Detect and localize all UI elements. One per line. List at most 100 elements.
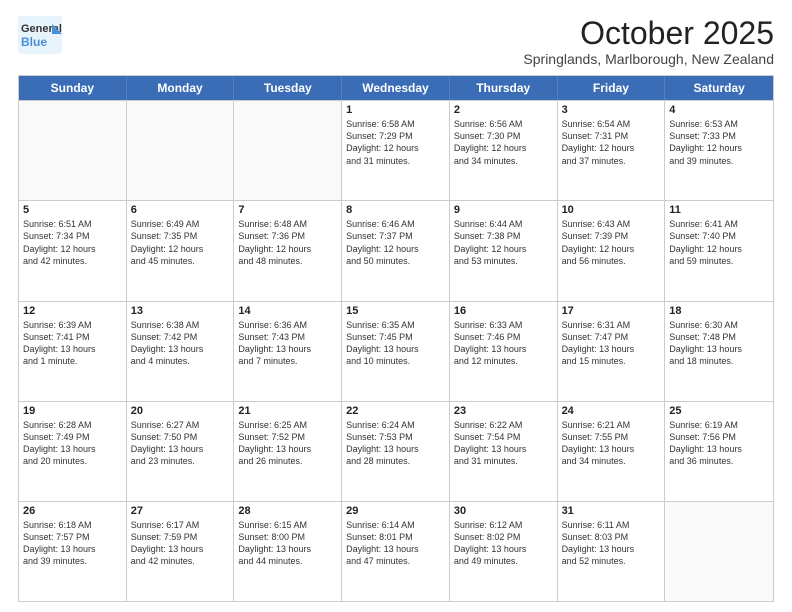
calendar: SundayMondayTuesdayWednesdayThursdayFrid… — [18, 75, 774, 602]
day-info: Sunrise: 6:28 AM Sunset: 7:49 PM Dayligh… — [23, 419, 122, 468]
day-info: Sunrise: 6:48 AM Sunset: 7:36 PM Dayligh… — [238, 218, 337, 267]
day-info: Sunrise: 6:54 AM Sunset: 7:31 PM Dayligh… — [562, 118, 661, 167]
calendar-day-10: 10 Sunrise: 6:43 AM Sunset: 7:39 PM Dayli… — [558, 201, 666, 300]
calendar-cell-empty — [665, 502, 773, 601]
day-number: 3 — [562, 104, 661, 116]
day-number: 9 — [454, 204, 553, 216]
day-info: Sunrise: 6:19 AM Sunset: 7:56 PM Dayligh… — [669, 419, 769, 468]
day-info: Sunrise: 6:22 AM Sunset: 7:54 PM Dayligh… — [454, 419, 553, 468]
day-info: Sunrise: 6:25 AM Sunset: 7:52 PM Dayligh… — [238, 419, 337, 468]
day-info: Sunrise: 6:35 AM Sunset: 7:45 PM Dayligh… — [346, 319, 445, 368]
day-info: Sunrise: 6:56 AM Sunset: 7:30 PM Dayligh… — [454, 118, 553, 167]
day-info: Sunrise: 6:17 AM Sunset: 7:59 PM Dayligh… — [131, 519, 230, 568]
calendar-day-9: 9 Sunrise: 6:44 AM Sunset: 7:38 PM Daylig… — [450, 201, 558, 300]
calendar-day-18: 18Sunrise: 6:30 AM Sunset: 7:48 PM Dayli… — [665, 302, 773, 401]
calendar-day-15: 15Sunrise: 6:35 AM Sunset: 7:45 PM Dayli… — [342, 302, 450, 401]
day-number: 29 — [346, 505, 445, 517]
calendar-day-2: 2 Sunrise: 6:56 AM Sunset: 7:30 PM Daylig… — [450, 101, 558, 200]
day-info: Sunrise: 6:43 AM Sunset: 7:39 PM Dayligh… — [562, 218, 661, 267]
calendar-day-3: 3 Sunrise: 6:54 AM Sunset: 7:31 PM Daylig… — [558, 101, 666, 200]
day-number: 5 — [23, 204, 122, 216]
calendar-day-7: 7Sunrise: 6:48 AM Sunset: 7:36 PM Daylig… — [234, 201, 342, 300]
calendar-day-27: 27 Sunrise: 6:17 AM Sunset: 7:59 PM Dayli… — [127, 502, 235, 601]
calendar-cell-empty — [234, 101, 342, 200]
day-number: 8 — [346, 204, 445, 216]
calendar-day-28: 28 Sunrise: 6:15 AM Sunset: 8:00 PM Dayli… — [234, 502, 342, 601]
day-number: 30 — [454, 505, 553, 517]
header-day-monday: Monday — [127, 76, 235, 100]
day-number: 10 — [562, 204, 661, 216]
day-info: Sunrise: 6:18 AM Sunset: 7:57 PM Dayligh… — [23, 519, 122, 568]
calendar-day-22: 22Sunrise: 6:24 AM Sunset: 7:53 PM Dayli… — [342, 402, 450, 501]
calendar-day-17: 17 Sunrise: 6:31 AM Sunset: 7:47 PM Dayli… — [558, 302, 666, 401]
day-info: Sunrise: 6:31 AM Sunset: 7:47 PM Dayligh… — [562, 319, 661, 368]
day-number: 28 — [238, 505, 337, 517]
calendar-day-23: 23 Sunrise: 6:22 AM Sunset: 7:54 PM Dayli… — [450, 402, 558, 501]
day-info: Sunrise: 6:36 AM Sunset: 7:43 PM Dayligh… — [238, 319, 337, 368]
day-info: Sunrise: 6:14 AM Sunset: 8:01 PM Dayligh… — [346, 519, 445, 568]
calendar-day-14: 14Sunrise: 6:36 AM Sunset: 7:43 PM Dayli… — [234, 302, 342, 401]
location-subtitle: Springlands, Marlborough, New Zealand — [523, 51, 774, 67]
calendar-day-29: 29 Sunrise: 6:14 AM Sunset: 8:01 PM Dayli… — [342, 502, 450, 601]
calendar-day-13: 13Sunrise: 6:38 AM Sunset: 7:42 PM Dayli… — [127, 302, 235, 401]
calendar-day-25: 25Sunrise: 6:19 AM Sunset: 7:56 PM Dayli… — [665, 402, 773, 501]
day-number: 6 — [131, 204, 230, 216]
calendar-row-3: 19 Sunrise: 6:28 AM Sunset: 7:49 PM Dayli… — [19, 401, 773, 501]
calendar-day-31: 31 Sunrise: 6:11 AM Sunset: 8:03 PM Dayli… — [558, 502, 666, 601]
day-info: Sunrise: 6:33 AM Sunset: 7:46 PM Dayligh… — [454, 319, 553, 368]
calendar-day-1: 1 Sunrise: 6:58 AM Sunset: 7:29 PM Daylig… — [342, 101, 450, 200]
calendar-body: 1 Sunrise: 6:58 AM Sunset: 7:29 PM Daylig… — [19, 100, 773, 601]
header-day-tuesday: Tuesday — [234, 76, 342, 100]
day-info: Sunrise: 6:58 AM Sunset: 7:29 PM Dayligh… — [346, 118, 445, 167]
calendar-row-4: 26 Sunrise: 6:18 AM Sunset: 7:57 PM Dayli… — [19, 501, 773, 601]
calendar-day-19: 19 Sunrise: 6:28 AM Sunset: 7:49 PM Dayli… — [19, 402, 127, 501]
day-number: 23 — [454, 405, 553, 417]
day-number: 21 — [238, 405, 337, 417]
day-number: 17 — [562, 305, 661, 317]
month-title: October 2025 — [523, 16, 774, 51]
calendar-day-24: 24 Sunrise: 6:21 AM Sunset: 7:55 PM Dayli… — [558, 402, 666, 501]
header-day-thursday: Thursday — [450, 76, 558, 100]
day-number: 16 — [454, 305, 553, 317]
calendar-header-row: SundayMondayTuesdayWednesdayThursdayFrid… — [19, 76, 773, 100]
day-info: Sunrise: 6:24 AM Sunset: 7:53 PM Dayligh… — [346, 419, 445, 468]
day-info: Sunrise: 6:11 AM Sunset: 8:03 PM Dayligh… — [562, 519, 661, 568]
day-number: 12 — [23, 305, 122, 317]
logo: GeneralBlue — [18, 16, 62, 54]
calendar-day-11: 11Sunrise: 6:41 AM Sunset: 7:40 PM Dayli… — [665, 201, 773, 300]
calendar-row-0: 1 Sunrise: 6:58 AM Sunset: 7:29 PM Daylig… — [19, 100, 773, 200]
calendar-day-4: 4Sunrise: 6:53 AM Sunset: 7:33 PM Daylig… — [665, 101, 773, 200]
header: GeneralBlue October 2025 Springlands, Ma… — [18, 16, 774, 67]
day-number: 19 — [23, 405, 122, 417]
day-number: 2 — [454, 104, 553, 116]
day-number: 26 — [23, 505, 122, 517]
day-info: Sunrise: 6:21 AM Sunset: 7:55 PM Dayligh… — [562, 419, 661, 468]
day-number: 31 — [562, 505, 661, 517]
day-info: Sunrise: 6:12 AM Sunset: 8:02 PM Dayligh… — [454, 519, 553, 568]
day-number: 18 — [669, 305, 769, 317]
day-number: 24 — [562, 405, 661, 417]
day-number: 27 — [131, 505, 230, 517]
calendar-day-12: 12 Sunrise: 6:39 AM Sunset: 7:41 PM Dayli… — [19, 302, 127, 401]
day-info: Sunrise: 6:15 AM Sunset: 8:00 PM Dayligh… — [238, 519, 337, 568]
header-day-sunday: Sunday — [19, 76, 127, 100]
day-number: 4 — [669, 104, 769, 116]
calendar-day-21: 21 Sunrise: 6:25 AM Sunset: 7:52 PM Dayli… — [234, 402, 342, 501]
logo-svg: GeneralBlue — [18, 16, 62, 54]
day-info: Sunrise: 6:44 AM Sunset: 7:38 PM Dayligh… — [454, 218, 553, 267]
calendar-day-5: 5 Sunrise: 6:51 AM Sunset: 7:34 PM Daylig… — [19, 201, 127, 300]
calendar-cell-empty — [127, 101, 235, 200]
header-day-friday: Friday — [558, 76, 666, 100]
svg-text:Blue: Blue — [21, 35, 47, 49]
calendar-row-1: 5 Sunrise: 6:51 AM Sunset: 7:34 PM Daylig… — [19, 200, 773, 300]
calendar-cell-empty — [19, 101, 127, 200]
calendar-day-26: 26 Sunrise: 6:18 AM Sunset: 7:57 PM Dayli… — [19, 502, 127, 601]
day-info: Sunrise: 6:41 AM Sunset: 7:40 PM Dayligh… — [669, 218, 769, 267]
day-info: Sunrise: 6:51 AM Sunset: 7:34 PM Dayligh… — [23, 218, 122, 267]
day-info: Sunrise: 6:49 AM Sunset: 7:35 PM Dayligh… — [131, 218, 230, 267]
day-number: 1 — [346, 104, 445, 116]
calendar-day-20: 20Sunrise: 6:27 AM Sunset: 7:50 PM Dayli… — [127, 402, 235, 501]
day-info: Sunrise: 6:39 AM Sunset: 7:41 PM Dayligh… — [23, 319, 122, 368]
day-info: Sunrise: 6:27 AM Sunset: 7:50 PM Dayligh… — [131, 419, 230, 468]
page: GeneralBlue October 2025 Springlands, Ma… — [0, 0, 792, 612]
